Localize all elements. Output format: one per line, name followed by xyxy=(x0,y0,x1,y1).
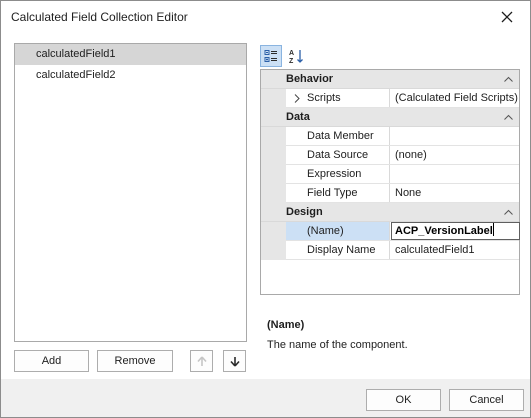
property-row-scripts[interactable]: Scripts (Calculated Field Scripts) xyxy=(261,89,519,108)
text-caret xyxy=(492,223,494,236)
sort-alphabetical-icon: A Z xyxy=(289,50,303,64)
alphabetical-view-button[interactable]: A Z xyxy=(285,45,307,67)
property-value[interactable]: (none) xyxy=(391,146,520,164)
property-value[interactable] xyxy=(391,165,520,183)
move-up-button[interactable] xyxy=(190,350,213,372)
arrow-down-icon xyxy=(229,356,240,367)
row-gutter xyxy=(261,184,286,203)
property-value[interactable]: None xyxy=(391,184,520,202)
chevron-up-icon[interactable] xyxy=(504,208,513,217)
property-grid-toolbar: A Z xyxy=(260,44,520,68)
categorized-icon xyxy=(264,50,277,62)
property-name[interactable]: (Name) xyxy=(286,222,390,240)
close-button[interactable] xyxy=(492,5,522,29)
calculated-fields-list[interactable]: calculatedField1 calculatedField2 xyxy=(14,43,247,342)
move-down-button[interactable] xyxy=(223,350,246,372)
property-name[interactable]: Scripts xyxy=(286,89,390,107)
remove-button[interactable]: Remove xyxy=(97,350,173,372)
add-button[interactable]: Add xyxy=(14,350,89,372)
name-value-input[interactable]: ACP_VersionLabel xyxy=(391,222,520,240)
chevron-up-icon[interactable] xyxy=(504,75,513,84)
close-icon xyxy=(501,11,513,23)
row-gutter xyxy=(261,241,286,260)
category-behavior[interactable]: Behavior xyxy=(261,70,519,89)
arrow-up-icon xyxy=(196,355,207,366)
window-title: Calculated Field Collection Editor xyxy=(11,10,188,24)
chevron-right-icon[interactable] xyxy=(293,94,301,103)
property-row-data-member[interactable]: Data Member xyxy=(261,127,519,146)
svg-text:Z: Z xyxy=(289,58,294,64)
property-name[interactable]: Data Source xyxy=(286,146,390,164)
property-value[interactable]: calculatedField1 xyxy=(391,241,520,259)
svg-text:A: A xyxy=(289,50,294,57)
category-label: Design xyxy=(286,206,323,218)
list-item[interactable]: calculatedField1 xyxy=(15,44,246,65)
property-value[interactable] xyxy=(391,127,520,145)
property-label: Scripts xyxy=(307,92,341,104)
property-name[interactable]: Data Member xyxy=(286,127,390,145)
property-row-name[interactable]: (Name) ACP_VersionLabel xyxy=(261,222,520,241)
categorized-view-button[interactable] xyxy=(260,45,282,67)
description-title: (Name) xyxy=(267,319,305,331)
collection-editor-dialog: Calculated Field Collection Editor calcu… xyxy=(0,0,531,418)
ok-button[interactable]: OK xyxy=(366,389,441,411)
category-design[interactable]: Design xyxy=(261,203,519,222)
cancel-button[interactable]: Cancel xyxy=(449,389,524,411)
chevron-up-icon[interactable] xyxy=(504,113,513,122)
row-gutter xyxy=(261,127,286,146)
row-gutter xyxy=(261,89,286,108)
property-row-data-source[interactable]: Data Source (none) xyxy=(261,146,519,165)
row-gutter xyxy=(261,165,286,184)
category-data[interactable]: Data xyxy=(261,108,519,127)
property-value[interactable]: (Calculated Field Scripts) xyxy=(391,89,520,107)
category-label: Behavior xyxy=(286,73,334,85)
row-gutter xyxy=(261,146,286,165)
property-name[interactable]: Expression xyxy=(286,165,390,183)
property-grid: Behavior Scripts (Calculated Field Scrip… xyxy=(260,69,520,295)
property-name[interactable]: Display Name xyxy=(286,241,390,259)
property-row-expression[interactable]: Expression xyxy=(261,165,519,184)
name-value-text: ACP_VersionLabel xyxy=(395,225,493,237)
row-gutter xyxy=(261,222,286,241)
category-label: Data xyxy=(286,111,310,123)
property-name[interactable]: Field Type xyxy=(286,184,390,202)
description-text: The name of the component. xyxy=(267,339,408,351)
list-item[interactable]: calculatedField2 xyxy=(15,65,246,86)
property-row-display-name[interactable]: Display Name calculatedField1 xyxy=(261,241,519,260)
title-bar: Calculated Field Collection Editor xyxy=(1,1,530,33)
property-row-field-type[interactable]: Field Type None xyxy=(261,184,519,203)
